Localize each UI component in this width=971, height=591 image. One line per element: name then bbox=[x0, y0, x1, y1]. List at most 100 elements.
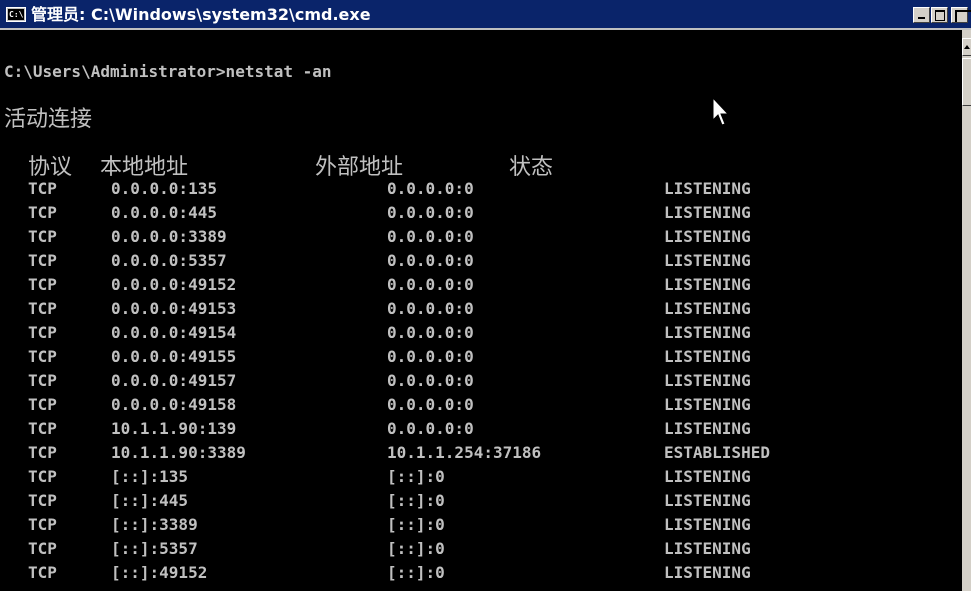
table-row: TCP 0.0.0.0:445 0.0.0.0:0 LISTENING bbox=[0, 201, 962, 225]
row-state: LISTENING bbox=[664, 299, 751, 318]
row-foreign-address: 0.0.0.0:0 bbox=[387, 323, 474, 342]
row-state: LISTENING bbox=[664, 275, 751, 294]
row-local-address: 0.0.0.0:49152 bbox=[111, 275, 237, 294]
row-local-address: 0.0.0.0:3389 bbox=[111, 227, 227, 246]
minimize-button[interactable] bbox=[913, 7, 930, 23]
row-local-address: 0.0.0.0:49157 bbox=[111, 371, 237, 390]
table-row: TCP [::]:135 [::]:0 LISTENING bbox=[0, 465, 962, 489]
row-state: LISTENING bbox=[664, 395, 751, 414]
row-foreign-address: [::]:0 bbox=[387, 539, 445, 558]
row-proto: TCP bbox=[28, 563, 57, 582]
row-proto: TCP bbox=[28, 467, 57, 486]
table-row: TCP 10.1.1.90:139 0.0.0.0:0 LISTENING bbox=[0, 417, 962, 441]
table-row: TCP 0.0.0.0:135 0.0.0.0:0 LISTENING bbox=[0, 177, 962, 201]
scroll-thumb[interactable] bbox=[962, 58, 971, 106]
cmd-app-icon-glyph: C:\ bbox=[8, 9, 24, 20]
row-foreign-address: 0.0.0.0:0 bbox=[387, 251, 474, 270]
row-local-address: 0.0.0.0:445 bbox=[111, 203, 217, 222]
row-proto: TCP bbox=[28, 371, 57, 390]
row-state: LISTENING bbox=[664, 227, 751, 246]
row-proto: TCP bbox=[28, 395, 57, 414]
mouse-pointer-icon bbox=[712, 97, 730, 126]
row-proto: TCP bbox=[28, 347, 57, 366]
row-foreign-address: [::]:0 bbox=[387, 491, 445, 510]
row-state: LISTENING bbox=[664, 467, 751, 486]
row-local-address: [::]:135 bbox=[111, 467, 189, 486]
row-foreign-address: [::]:0 bbox=[387, 563, 445, 582]
row-foreign-address: 10.1.1.254:37186 bbox=[387, 443, 542, 462]
row-state: LISTENING bbox=[664, 419, 751, 438]
row-local-address: [::]:5357 bbox=[111, 539, 198, 558]
command-prompt-line: C:\Users\Administrator>netstat -an bbox=[4, 62, 332, 81]
close-button[interactable] bbox=[951, 7, 971, 23]
row-local-address: 10.1.1.90:139 bbox=[111, 419, 237, 438]
row-proto: TCP bbox=[28, 539, 57, 558]
row-foreign-address: 0.0.0.0:0 bbox=[387, 347, 474, 366]
table-row: TCP 0.0.0.0:49158 0.0.0.0:0 LISTENING bbox=[0, 393, 962, 417]
table-row: TCP 0.0.0.0:5357 0.0.0.0:0 LISTENING bbox=[0, 249, 962, 273]
table-row: TCP 0.0.0.0:49157 0.0.0.0:0 LISTENING bbox=[0, 369, 962, 393]
row-proto: TCP bbox=[28, 515, 57, 534]
cmd-window: C:\ 管理员: C:\Windows\system32\cmd.exe C:\… bbox=[0, 0, 971, 591]
row-state: ESTABLISHED bbox=[664, 443, 770, 462]
row-foreign-address: 0.0.0.0:0 bbox=[387, 179, 474, 198]
row-foreign-address: [::]:0 bbox=[387, 467, 445, 486]
active-connections-title: 活动连接 bbox=[4, 107, 93, 132]
row-state: LISTENING bbox=[664, 203, 751, 222]
row-state: LISTENING bbox=[664, 323, 751, 342]
table-row: TCP 0.0.0.0:49155 0.0.0.0:0 LISTENING bbox=[0, 345, 962, 369]
table-row: TCP [::]:3389 [::]:0 LISTENING bbox=[0, 513, 962, 537]
table-row: TCP [::]:5357 [::]:0 LISTENING bbox=[0, 537, 962, 561]
cmd-app-icon[interactable]: C:\ bbox=[6, 7, 26, 22]
row-foreign-address: 0.0.0.0:0 bbox=[387, 395, 474, 414]
table-row: TCP [::]:49152 [::]:0 LISTENING bbox=[0, 561, 962, 585]
row-local-address: 10.1.1.90:3389 bbox=[111, 443, 246, 462]
row-proto: TCP bbox=[28, 203, 57, 222]
row-local-address: [::]:3389 bbox=[111, 515, 198, 534]
scroll-up-button[interactable] bbox=[962, 38, 971, 56]
row-local-address: 0.0.0.0:5357 bbox=[111, 251, 227, 270]
row-local-address: 0.0.0.0:49155 bbox=[111, 347, 237, 366]
row-foreign-address: 0.0.0.0:0 bbox=[387, 371, 474, 390]
row-proto: TCP bbox=[28, 251, 57, 270]
table-row: TCP 0.0.0.0:3389 0.0.0.0:0 LISTENING bbox=[0, 225, 962, 249]
row-state: LISTENING bbox=[664, 371, 751, 390]
row-foreign-address: 0.0.0.0:0 bbox=[387, 227, 474, 246]
row-proto: TCP bbox=[28, 323, 57, 342]
row-state: LISTENING bbox=[664, 563, 751, 582]
row-foreign-address: [::]:0 bbox=[387, 515, 445, 534]
row-state: LISTENING bbox=[664, 515, 751, 534]
row-proto: TCP bbox=[28, 443, 57, 462]
row-proto: TCP bbox=[28, 227, 57, 246]
row-local-address: [::]:49152 bbox=[111, 563, 208, 582]
title-bar[interactable]: C:\ 管理员: C:\Windows\system32\cmd.exe bbox=[0, 0, 971, 30]
row-foreign-address: 0.0.0.0:0 bbox=[387, 299, 474, 318]
row-proto: TCP bbox=[28, 419, 57, 438]
table-row: TCP 10.1.1.90:3389 10.1.1.254:37186 ESTABLI… bbox=[0, 441, 962, 465]
row-local-address: 0.0.0.0:49153 bbox=[111, 299, 237, 318]
row-state: LISTENING bbox=[664, 491, 751, 510]
maximize-button[interactable] bbox=[931, 7, 948, 23]
row-state: LISTENING bbox=[664, 251, 751, 270]
table-row: TCP 0.0.0.0:49153 0.0.0.0:0 LISTENING bbox=[0, 297, 962, 321]
row-foreign-address: 0.0.0.0:0 bbox=[387, 275, 474, 294]
row-proto: TCP bbox=[28, 275, 57, 294]
row-proto: TCP bbox=[28, 179, 57, 198]
table-row: TCP 0.0.0.0:49152 0.0.0.0:0 LISTENING bbox=[0, 273, 962, 297]
row-state: LISTENING bbox=[664, 179, 751, 198]
vertical-scrollbar[interactable] bbox=[962, 30, 971, 591]
row-local-address: 0.0.0.0:49158 bbox=[111, 395, 237, 414]
row-local-address: 0.0.0.0:135 bbox=[111, 179, 217, 198]
row-foreign-address: 0.0.0.0:0 bbox=[387, 419, 474, 438]
window-title: 管理员: C:\Windows\system32\cmd.exe bbox=[31, 5, 371, 24]
row-state: LISTENING bbox=[664, 539, 751, 558]
table-row: TCP 0.0.0.0:49154 0.0.0.0:0 LISTENING bbox=[0, 321, 962, 345]
row-foreign-address: 0.0.0.0:0 bbox=[387, 203, 474, 222]
console-output[interactable]: C:\Users\Administrator>netstat -an 活动连接 … bbox=[0, 30, 962, 591]
table-row: TCP [::]:445 [::]:0 LISTENING bbox=[0, 489, 962, 513]
row-local-address: [::]:445 bbox=[111, 491, 189, 510]
row-state: LISTENING bbox=[664, 347, 751, 366]
row-local-address: 0.0.0.0:49154 bbox=[111, 323, 237, 342]
row-proto: TCP bbox=[28, 491, 57, 510]
row-proto: TCP bbox=[28, 299, 57, 318]
